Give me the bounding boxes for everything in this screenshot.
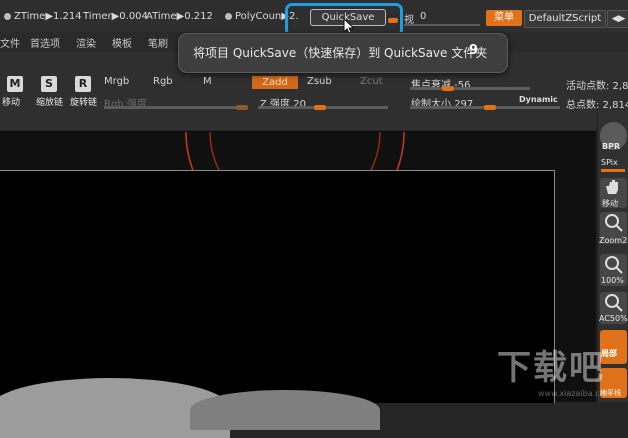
default-zscript-button[interactable]: DefaultZScript <box>524 10 606 28</box>
zsub-button[interactable]: Zsub <box>307 76 332 87</box>
palette-toggle-button[interactable]: ◀▶ <box>607 10 628 28</box>
rotate-tool-label: 旋转链 <box>70 98 98 108</box>
view-value: 0 <box>420 11 427 22</box>
menu-file[interactable]: 文件 <box>0 35 20 50</box>
status-dot-icon <box>4 13 11 20</box>
total-points-readout: 总点数: 2,814 <box>566 100 628 111</box>
magnifier-icon <box>605 256 623 274</box>
watermark-logo: 下载吧 <box>497 348 605 388</box>
status-dot-icon <box>225 13 232 20</box>
timer-readout: Timer▶0.004 <box>83 11 148 22</box>
menu-button[interactable]: 菜单 <box>486 10 522 26</box>
active-points-readout: 活动点数: 2,8 <box>566 81 628 92</box>
move-icon: M <box>7 76 23 92</box>
quicksave-tooltip: 将项目 QuickSave（快速保存）到 QuickSave 文件夹 9 <box>178 33 508 73</box>
z-intensity-knob[interactable] <box>314 105 326 110</box>
menu-stencil[interactable]: 模板 <box>112 35 132 50</box>
move-view-label: 移动 <box>602 199 618 208</box>
rgb-button[interactable]: Rgb <box>153 76 173 87</box>
menu-brush[interactable]: 笔刷 <box>148 35 168 50</box>
m-button[interactable]: M <box>203 76 212 87</box>
spix-label: SPix <box>601 158 618 167</box>
rgb-intensity-slider[interactable] <box>104 106 246 109</box>
scale-icon: S <box>41 76 57 92</box>
view-slider[interactable] <box>404 24 480 26</box>
draw-size-knob[interactable] <box>484 105 496 110</box>
move-tool-button[interactable]: M 移动 <box>2 76 32 114</box>
watermark-url: www.xiazaiba.com <box>538 389 613 398</box>
ztime-readout: ZTime▶1.214 <box>4 11 82 22</box>
rotate-tool-button[interactable]: R 旋转链 <box>70 76 100 114</box>
rotate-icon: R <box>75 76 91 92</box>
sculpt-mesh-shadow <box>190 390 380 430</box>
document-canvas[interactable] <box>0 170 555 403</box>
move-tool-label: 移动 <box>2 98 21 108</box>
ztime-value: ZTime▶1.214 <box>14 11 82 22</box>
tooltip-text: 将项目 QuickSave（快速保存）到 QuickSave 文件夹 <box>193 46 488 60</box>
view-slider-knob[interactable] <box>388 18 398 23</box>
antialias-half-label: AC50% <box>599 314 628 323</box>
magnifier-icon <box>605 214 623 232</box>
scale-tool-label: 缩放链 <box>36 98 64 108</box>
menu-preferences[interactable]: 首选项 <box>30 35 60 50</box>
scale-tool-button[interactable]: S 缩放链 <box>36 76 66 114</box>
menu-render[interactable]: 渲染 <box>76 35 96 50</box>
magnifier-icon <box>605 294 623 312</box>
zcut-button[interactable]: Zcut <box>360 76 383 87</box>
dynamic-toggle[interactable]: Dynamic <box>519 95 558 104</box>
focal-shift-slider[interactable] <box>410 87 530 90</box>
mrgb-button[interactable]: Mrgb <box>104 76 129 87</box>
atime-readout: ATime▶0.212 <box>146 11 213 22</box>
tooltip-count: 9 <box>469 43 479 58</box>
actual-size-label: 100% <box>601 276 624 285</box>
focal-shift-knob[interactable] <box>442 86 454 91</box>
spix-slider[interactable] <box>601 169 625 172</box>
zoom2d-label: Zoom2D <box>599 236 628 245</box>
hand-icon <box>606 180 618 194</box>
zadd-button[interactable]: Zadd <box>252 76 298 89</box>
rgb-intensity-knob[interactable] <box>236 105 248 110</box>
bpr-label: BPR <box>602 142 621 151</box>
